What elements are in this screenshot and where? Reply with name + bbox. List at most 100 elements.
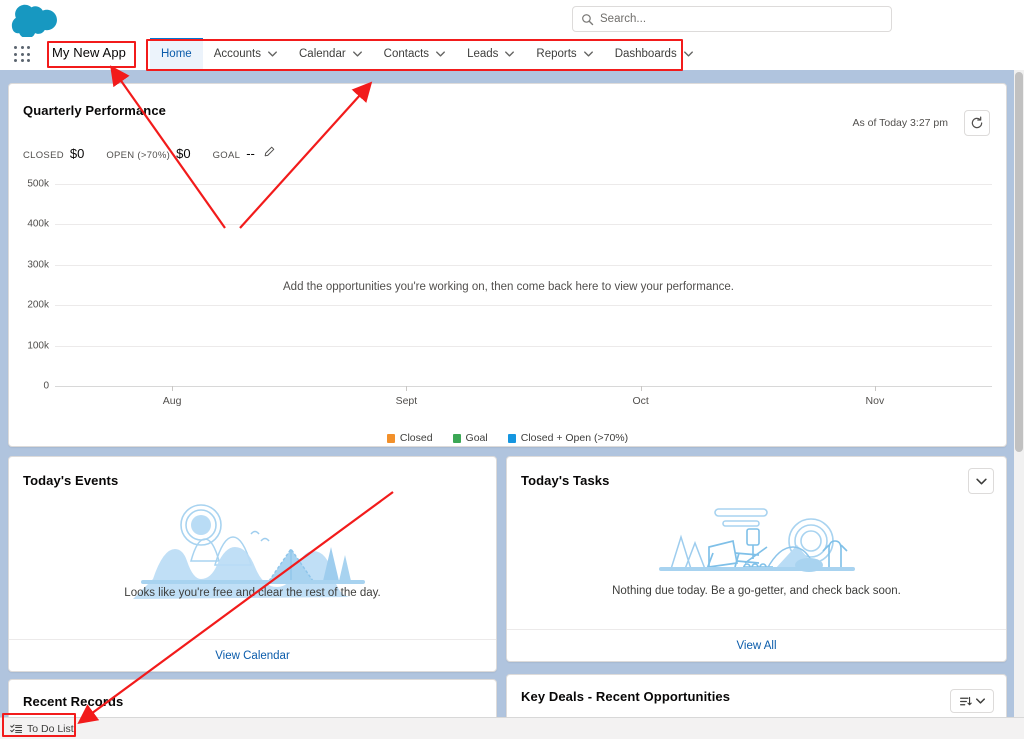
- utility-item-label: To Do List: [27, 722, 74, 735]
- chevron-down-icon: [583, 51, 593, 57]
- chevron-down-icon: [975, 478, 987, 484]
- recent-records-title: Recent Records: [23, 694, 124, 709]
- page-title: Quarterly Performance: [23, 103, 166, 118]
- app-name-label[interactable]: My New App: [52, 45, 126, 60]
- legend-label: Closed: [399, 432, 433, 444]
- nav-tab-reports[interactable]: Reports: [525, 38, 603, 70]
- stat-closed: CLOSED $0: [23, 146, 84, 161]
- chevron-down-icon: [505, 51, 515, 57]
- todays-events-title: Today's Events: [23, 473, 119, 488]
- chart-legend-item[interactable]: Closed: [386, 432, 433, 444]
- chart-y-tick-label: 200k: [27, 299, 49, 311]
- nav-tab-label: Contacts: [383, 48, 430, 60]
- chart-y-tick-label: 400k: [27, 218, 49, 230]
- chart-legend: Closed Goal Closed + Open (>70%): [9, 432, 1006, 444]
- nav-tab-dashboards[interactable]: Dashboards: [604, 38, 704, 70]
- todays-events-footer: View Calendar: [9, 639, 496, 671]
- utility-bar: To Do List: [0, 717, 1024, 739]
- refresh-button[interactable]: [964, 110, 990, 136]
- chart-y-tick-label: 500k: [27, 178, 49, 190]
- chart-x-axis-line: [55, 386, 992, 387]
- chart-gridline: [55, 305, 992, 307]
- stat-goal-value: --: [246, 146, 255, 161]
- chart-x-tick-mark: [640, 386, 642, 391]
- chart-gridline: [55, 184, 992, 185]
- view-calendar-link[interactable]: View Calendar: [215, 650, 290, 662]
- nav-tab-leads[interactable]: Leads: [456, 38, 525, 70]
- chevron-down-icon: [683, 51, 693, 57]
- performance-chart: Add the opportunities you're working on,…: [9, 178, 1008, 410]
- legend-label: Closed + Open (>70%): [520, 432, 629, 444]
- todays-events-card: Today's Events Looks like you're free an…: [8, 456, 497, 672]
- chart-gridline: [55, 264, 992, 266]
- key-deals-title: Key Deals - Recent Opportunities: [521, 689, 731, 704]
- global-search[interactable]: [572, 6, 892, 32]
- legend-label: Goal: [465, 432, 488, 444]
- navigation-bar: My New App Home Accounts Calendar Contacts L…: [0, 38, 1024, 70]
- nav-tab-contacts[interactable]: Contacts: [373, 38, 456, 70]
- checklist-icon: [10, 723, 22, 733]
- chevron-down-icon: [352, 51, 362, 57]
- legend-swatch: [452, 433, 461, 443]
- chevron-down-icon: [976, 698, 985, 704]
- quarterly-performance-card: Quarterly Performance CLOSED $0 OPEN (>7…: [8, 83, 1007, 447]
- chart-legend-item[interactable]: Closed + Open (>70%): [507, 432, 629, 444]
- performance-stats: CLOSED $0 OPEN (>70%) $0 GOAL --: [23, 146, 297, 161]
- nav-tab-label: Leads: [467, 48, 499, 60]
- todays-events-empty-text: Looks like you're free and clear the res…: [124, 587, 381, 599]
- nav-tab-list: Home Accounts Calendar Contacts Leads Reports…: [150, 38, 704, 70]
- todays-tasks-title: Today's Tasks: [521, 473, 610, 488]
- chart-empty-message: Add the opportunities you're working on,…: [283, 281, 734, 293]
- chart-y-tick-label: 100k: [27, 340, 49, 352]
- global-header: [0, 0, 1024, 39]
- search-input[interactable]: [594, 13, 883, 25]
- chart-x-tick-mark: [406, 386, 408, 391]
- legend-swatch: [386, 433, 395, 443]
- utility-item-todo-list[interactable]: To Do List: [0, 718, 84, 739]
- view-all-link[interactable]: View All: [736, 640, 776, 652]
- stat-closed-label: CLOSED: [23, 150, 64, 161]
- nav-tab-label: Dashboards: [614, 48, 677, 60]
- chart-gridline: [55, 224, 992, 226]
- nav-tab-label: Calendar: [299, 48, 346, 60]
- refresh-icon: [971, 116, 983, 129]
- stat-open-value: $0: [176, 146, 191, 161]
- nav-tab-label: Reports: [536, 48, 577, 60]
- chart-x-tick-label: Aug: [162, 395, 182, 407]
- search-icon: [582, 13, 594, 25]
- as-of-timestamp: As of Today 3:27 pm: [852, 117, 948, 129]
- chart-x-tick-label: Sept: [395, 395, 418, 407]
- stat-open: OPEN (>70%) $0: [106, 146, 190, 161]
- chart-x-tick-mark: [874, 386, 876, 391]
- stat-open-label: OPEN (>70%): [106, 150, 171, 161]
- nav-tab-home[interactable]: Home: [150, 38, 203, 70]
- chart-y-tick-label: 0: [43, 380, 49, 392]
- nav-tab-label: Accounts: [213, 48, 261, 60]
- salesforce-cloud-logo[interactable]: [10, 1, 60, 39]
- nav-tab-calendar[interactable]: Calendar: [288, 38, 373, 70]
- chart-x-tick-label: Oct: [632, 395, 649, 407]
- todays-tasks-menu-button[interactable]: [968, 468, 994, 494]
- stat-goal: GOAL --: [213, 146, 275, 161]
- page-canvas: Quarterly Performance CLOSED $0 OPEN (>7…: [0, 70, 1024, 736]
- chart-x-tick-mark: [172, 386, 174, 391]
- nav-tab-accounts[interactable]: Accounts: [203, 38, 288, 70]
- todays-tasks-footer: View All: [507, 629, 1006, 661]
- stat-closed-value: $0: [69, 146, 85, 161]
- pencil-icon[interactable]: [263, 146, 275, 158]
- chart-y-tick-label: 300k: [27, 259, 49, 271]
- stat-goal-label: GOAL: [212, 150, 241, 161]
- legend-swatch: [507, 433, 516, 443]
- chevron-down-icon: [436, 51, 445, 57]
- chart-gridline: [55, 345, 992, 347]
- todays-tasks-empty-text: Nothing due today. Be a go-getter, and c…: [612, 585, 901, 597]
- key-deals-sort-button[interactable]: [950, 689, 994, 713]
- todays-tasks-card: Today's Tasks Nothing due today. Be a go…: [506, 456, 1007, 662]
- vertical-scrollbar[interactable]: [1014, 70, 1024, 717]
- scrollbar-thumb[interactable]: [1015, 72, 1023, 452]
- chart-x-tick-label: Nov: [865, 395, 885, 407]
- chevron-down-icon: [268, 51, 277, 57]
- sort-list-icon: [960, 696, 972, 705]
- chart-legend-item[interactable]: Goal: [452, 432, 488, 444]
- app-launcher-icon[interactable]: [14, 46, 32, 64]
